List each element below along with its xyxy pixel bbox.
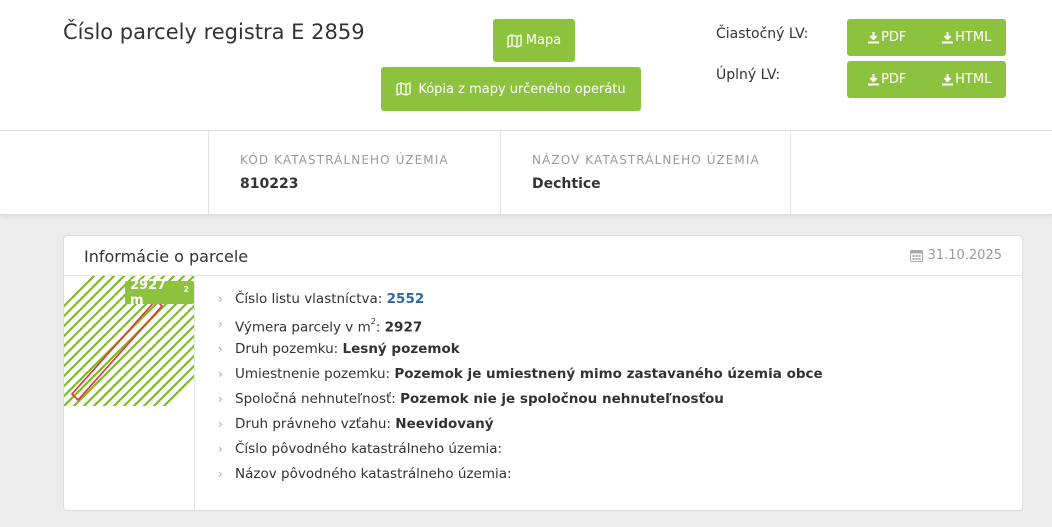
- cadastral-name-value: Dechtice: [532, 176, 601, 192]
- map-button[interactable]: Mapa: [493, 19, 575, 62]
- full-lv-label: Úplný LV:: [716, 67, 781, 83]
- chevron-right-icon: ›: [218, 317, 223, 331]
- download-icon: [868, 32, 880, 44]
- partial-lv-buttons: PDF HTML: [847, 19, 1006, 56]
- partial-lv-pdf-button[interactable]: PDF: [847, 19, 927, 56]
- info-label: Druh právneho vzťahu:: [235, 416, 396, 432]
- info-label-sup: 2: [370, 317, 376, 326]
- chevron-right-icon: ›: [218, 392, 223, 406]
- card-header: Informácie o parcele 31.10.2025: [64, 236, 1022, 276]
- chevron-right-icon: ›: [218, 292, 223, 306]
- map-copy-button-label: Kópia z mapy určeného operátu: [418, 81, 626, 97]
- download-icon: [942, 32, 954, 44]
- cadastral-code-value: 810223: [240, 176, 299, 192]
- map-button-label: Mapa: [525, 33, 562, 48]
- info-label: Umiestnenie pozemku:: [235, 366, 395, 382]
- partial-lv-label: Čiastočný LV:: [716, 26, 809, 42]
- full-lv-html-button[interactable]: HTML: [927, 61, 1007, 98]
- card-title: Informácie o parcele: [84, 247, 249, 266]
- cadastral-name-label: Názov katastrálneho územia: [532, 153, 760, 167]
- chevron-right-icon: ›: [218, 342, 223, 356]
- card-date-text: 31.10.2025: [927, 248, 1002, 263]
- page-title: Číslo parcely registra E 2859: [63, 20, 365, 44]
- calendar-icon: [909, 250, 923, 262]
- area-badge-unit: 2: [183, 285, 189, 294]
- cadastral-area-band: Kód katastrálneho územia 810223 Názov ka…: [0, 131, 1052, 215]
- info-label: Číslo listu vlastníctva:: [235, 291, 387, 307]
- list-item: › Názov pôvodného katastrálneho územia:: [218, 464, 823, 489]
- list-item: › Druh pozemku: Lesný pozemok: [218, 339, 823, 364]
- partial-lv-html-button[interactable]: HTML: [927, 19, 1007, 56]
- parcel-map-thumbnail[interactable]: 2927 m 2: [64, 276, 194, 406]
- list-item: › Druh právneho vzťahu: Neevidovaný: [218, 414, 823, 439]
- info-label-suffix: :: [375, 319, 385, 336]
- card-date: 31.10.2025: [909, 248, 1002, 263]
- cadastral-code-label: Kód katastrálneho územia: [240, 153, 449, 167]
- download-icon: [868, 74, 880, 86]
- info-label: Názov pôvodného katastrálneho územia:: [235, 466, 512, 482]
- list-item: › Číslo pôvodného katastrálneho územia:: [218, 439, 823, 464]
- info-label: Výmera parcely v m: [235, 319, 371, 336]
- pdf-label: PDF: [881, 72, 907, 87]
- info-label: Číslo pôvodného katastrálneho územia:: [235, 441, 503, 457]
- parcel-thumbnail-column: 2927 m 2: [64, 276, 195, 510]
- full-lv-pdf-button[interactable]: PDF: [847, 61, 927, 98]
- chevron-right-icon: ›: [218, 367, 223, 381]
- parcel-info-card: Informácie o parcele 31.10.2025 2927 m 2…: [63, 235, 1023, 511]
- list-item: › Spoločná nehnuteľnosť: Pozemok nie je …: [218, 389, 823, 414]
- cadastral-name-cell: Názov katastrálneho územia Dechtice: [500, 131, 791, 214]
- parcel-header: Číslo parcely registra E 2859 Mapa Kópia…: [0, 0, 1052, 131]
- area-badge-value: 2927 m: [130, 277, 167, 308]
- pdf-label: PDF: [881, 30, 907, 45]
- info-value: Neevidovaný: [395, 416, 494, 432]
- map-icon: [396, 82, 411, 96]
- info-value: Pozemok je umiestnený mimo zastavaného ú…: [394, 366, 823, 382]
- area-badge: 2927 m 2: [125, 278, 194, 308]
- lv-number-link[interactable]: 2552: [387, 291, 425, 307]
- cadastral-code-cell: Kód katastrálneho územia 810223: [208, 131, 500, 214]
- html-label: HTML: [955, 72, 992, 87]
- chevron-right-icon: ›: [218, 442, 223, 456]
- list-item: › Výmera parcely v m2: 2927: [218, 314, 823, 339]
- list-item: › Číslo listu vlastníctva: 2552: [218, 289, 823, 314]
- chevron-right-icon: ›: [218, 417, 223, 431]
- full-lv-buttons: PDF HTML: [847, 61, 1006, 98]
- info-label: Spoločná nehnuteľnosť:: [235, 391, 401, 407]
- info-label: Druh pozemku:: [235, 341, 343, 357]
- map-copy-button[interactable]: Kópia z mapy určeného operátu: [381, 67, 641, 111]
- info-value: Lesný pozemok: [342, 341, 460, 357]
- chevron-right-icon: ›: [218, 467, 223, 481]
- info-value: Pozemok nie je spoločnou nehnuteľnosťou: [400, 391, 724, 407]
- html-label: HTML: [955, 30, 992, 45]
- download-icon: [942, 74, 954, 86]
- list-item: › Umiestnenie pozemku: Pozemok je umiest…: [218, 364, 823, 389]
- info-value: 2927: [384, 319, 423, 336]
- parcel-info-list: › Číslo listu vlastníctva: 2552 › Výmera…: [218, 289, 823, 489]
- map-icon: [507, 33, 522, 48]
